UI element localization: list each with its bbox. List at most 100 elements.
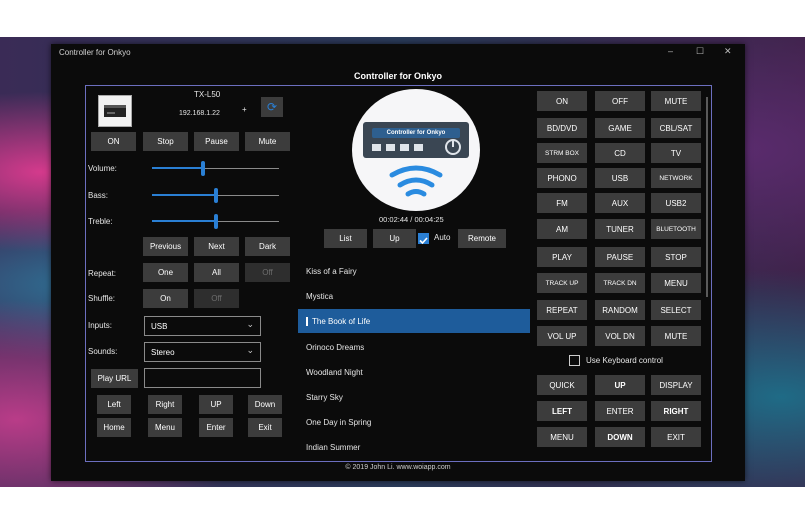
down-button[interactable]: Down	[248, 395, 282, 414]
up-button[interactable]: UP	[199, 395, 233, 414]
close-button[interactable]: ✕	[724, 46, 732, 57]
remote-track-up-button[interactable]: TRACK UP	[537, 273, 587, 293]
refresh-button[interactable]: ⟳	[261, 97, 283, 117]
remote-on-button[interactable]: ON	[537, 91, 587, 111]
list-item[interactable]: Kiss of a Fairy	[298, 259, 530, 283]
next-button[interactable]: Next	[194, 237, 239, 256]
bass-slider[interactable]	[214, 188, 218, 203]
list-item[interactable]: Woodland Night	[298, 360, 530, 384]
play-url-button[interactable]: Play URL	[91, 369, 138, 388]
remote-bluetooth-button[interactable]: BLUETOOTH	[651, 219, 701, 239]
remote-usb2-button[interactable]: USB2	[651, 193, 701, 213]
enter-button[interactable]: Enter	[199, 418, 233, 437]
shuffle-on-button[interactable]: On	[143, 289, 188, 308]
repeat-label: Repeat:	[88, 269, 117, 278]
add-device-button[interactable]: +	[242, 105, 247, 114]
keyboard-control-checkbox[interactable]	[569, 355, 580, 366]
exit-button[interactable]: Exit	[248, 418, 282, 437]
list-item[interactable]: Starry Sky	[298, 385, 530, 409]
on-button[interactable]: ON	[91, 132, 136, 151]
menu-button[interactable]: Menu	[148, 418, 182, 437]
remote-cd-button[interactable]: CD	[595, 143, 645, 163]
remote-cbl-sat-button[interactable]: CBL/SAT	[651, 118, 701, 138]
inputs-select[interactable]: USB ⌄	[144, 316, 261, 336]
remote-bd-dvd-button[interactable]: BD/DVD	[537, 118, 587, 138]
sounds-label: Sounds:	[88, 347, 118, 356]
selected-song-title: The Book of Life	[312, 316, 371, 326]
remote-tuner-button[interactable]: TUNER	[595, 219, 645, 239]
chevron-down-icon: ⌄	[246, 319, 254, 329]
remote-tv-button[interactable]: TV	[651, 143, 701, 163]
remote-nav-menu-button[interactable]: MENU	[537, 427, 587, 447]
list-item[interactable]: Indian Summer	[298, 435, 530, 459]
previous-button[interactable]: Previous	[143, 237, 188, 256]
mute-button[interactable]: Mute	[245, 132, 290, 151]
bass-label: Bass:	[88, 191, 109, 200]
remote-nav-right-button[interactable]: RIGHT	[651, 401, 701, 421]
list-item-selected[interactable]: The Book of Life	[298, 309, 530, 333]
minimize-button[interactable]: –	[668, 46, 673, 56]
remote-nav-quick-button[interactable]: QUICK	[537, 375, 587, 395]
remote-nav-exit-button[interactable]: EXIT	[651, 427, 701, 447]
remote-mute-button[interactable]: MUTE	[651, 326, 701, 346]
remote-mute-button[interactable]: MUTE	[651, 91, 701, 111]
remote-usb-button[interactable]: USB	[595, 168, 645, 188]
remote-am-button[interactable]: AM	[537, 219, 587, 239]
remote-network-button[interactable]: NETWORK	[651, 168, 701, 188]
treble-label: Treble:	[88, 217, 113, 226]
remote-fm-button[interactable]: FM	[537, 193, 587, 213]
auto-checkbox[interactable]	[418, 233, 429, 245]
repeat-one-button[interactable]: One	[143, 263, 188, 282]
list-item[interactable]: Orinoco Dreams	[298, 335, 530, 359]
remote-nav-display-button[interactable]: DISPLAY	[651, 375, 701, 395]
url-input[interactable]	[144, 368, 261, 388]
list-item[interactable]: One Day in Spring	[298, 410, 530, 434]
remote-nav-up-button[interactable]: UP	[595, 375, 645, 395]
list-item[interactable]: Mystica	[298, 284, 530, 308]
remote-off-button[interactable]: OFF	[595, 91, 645, 111]
track-time: 00:02:44 / 00:04:25	[379, 215, 444, 224]
shuffle-off-button[interactable]: Off	[194, 289, 239, 308]
left-button[interactable]: Left	[97, 395, 131, 414]
sounds-select[interactable]: Stereo ⌄	[144, 342, 261, 362]
remote-menu-button[interactable]: MENU	[651, 273, 701, 293]
device-model: TX-L50	[194, 90, 221, 99]
remote-aux-button[interactable]: AUX	[595, 193, 645, 213]
pause-button[interactable]: Pause	[194, 132, 239, 151]
stop-button[interactable]: Stop	[143, 132, 188, 151]
treble-fill	[152, 220, 216, 222]
remote-nav-enter-button[interactable]: ENTER	[595, 401, 645, 421]
right-button[interactable]: Right	[148, 395, 182, 414]
remote-vol-up-button[interactable]: VOL UP	[537, 326, 587, 346]
repeat-off-button[interactable]: Off	[245, 263, 290, 282]
remote-stop-button[interactable]: STOP	[651, 247, 701, 267]
remote-nav-down-button[interactable]: DOWN	[595, 427, 645, 447]
volume-slider[interactable]	[201, 161, 205, 176]
remote-nav-left-button[interactable]: LEFT	[537, 401, 587, 421]
remote-random-button[interactable]: RANDOM	[595, 300, 645, 320]
remote-select-button[interactable]: SELECT	[651, 300, 701, 320]
maximize-button[interactable]: ☐	[696, 46, 704, 57]
inputs-label: Inputs:	[88, 321, 113, 330]
remote-track-dn-button[interactable]: TRACK DN	[595, 273, 645, 293]
repeat-all-button[interactable]: All	[194, 263, 239, 282]
remote-phono-button[interactable]: PHONO	[537, 168, 587, 188]
remote-vol-dn-button[interactable]: VOL DN	[595, 326, 645, 346]
remote-button[interactable]: Remote	[458, 229, 506, 248]
scrollbar[interactable]	[706, 97, 708, 297]
remote-strm-box-button[interactable]: STRM BOX	[537, 143, 587, 163]
chevron-down-icon: ⌄	[246, 345, 254, 355]
receiver-icon	[98, 95, 132, 127]
remote-repeat-button[interactable]: REPEAT	[537, 300, 587, 320]
treble-slider[interactable]	[214, 214, 218, 229]
up-folder-button[interactable]: Up	[373, 229, 416, 248]
remote-pause-button[interactable]: PAUSE	[595, 247, 645, 267]
app-window: Controller for Onkyo – ☐ ✕ Controller fo…	[51, 44, 745, 481]
logo-text: Controller for Onkyo	[386, 130, 446, 136]
window-title: Controller for Onkyo	[59, 48, 131, 57]
list-button[interactable]: List	[324, 229, 367, 248]
dark-button[interactable]: Dark	[245, 237, 290, 256]
remote-play-button[interactable]: PLAY	[537, 247, 587, 267]
remote-game-button[interactable]: GAME	[595, 118, 645, 138]
home-button[interactable]: Home	[97, 418, 131, 437]
